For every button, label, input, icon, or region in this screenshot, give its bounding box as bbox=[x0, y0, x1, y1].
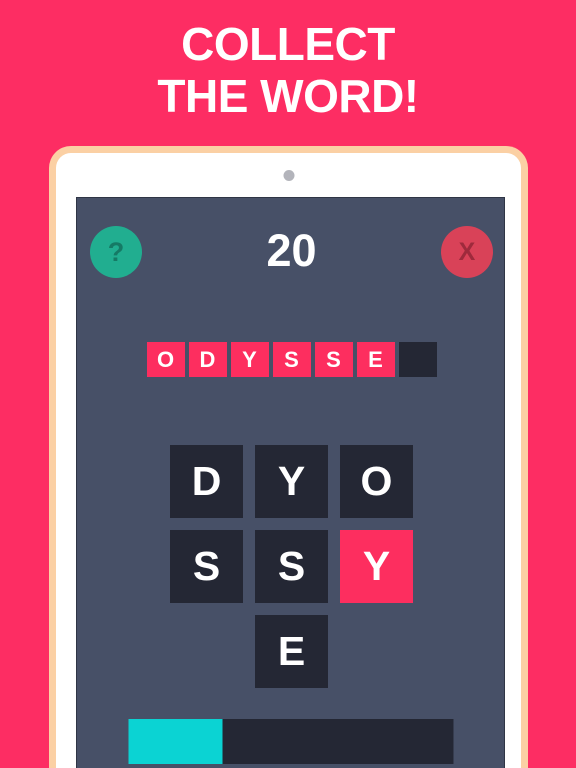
word-slot-filled: Y bbox=[230, 342, 269, 377]
word-slot-filled: S bbox=[272, 342, 311, 377]
letter-tile[interactable]: S bbox=[255, 530, 328, 603]
word-slot-filled: E bbox=[356, 342, 395, 377]
progress-bar-fill bbox=[128, 719, 223, 764]
close-button[interactable]: X bbox=[441, 226, 493, 278]
letter-grid: DYOSSYE bbox=[77, 445, 504, 688]
letter-grid-row: DYO bbox=[170, 445, 413, 518]
letter-tile[interactable]: E bbox=[255, 615, 328, 688]
game-screen: 20 ? X ODYSSE DYOSSYE SKIP THE WORD bbox=[76, 197, 505, 768]
game-topbar: 20 ? X bbox=[77, 198, 504, 304]
letter-grid-row: E bbox=[255, 615, 328, 688]
word-slot-empty bbox=[398, 342, 437, 377]
letter-grid-row: SSY bbox=[170, 530, 413, 603]
help-button[interactable]: ? bbox=[90, 226, 142, 278]
progress-bar-track bbox=[128, 719, 453, 764]
tablet-device-frame: 20 ? X ODYSSE DYOSSYE SKIP THE WORD bbox=[49, 146, 528, 768]
word-slot-filled: D bbox=[188, 342, 227, 377]
question-mark-icon: ? bbox=[107, 236, 125, 267]
word-slots-row: ODYSSE bbox=[77, 342, 504, 377]
word-slot-filled: S bbox=[314, 342, 353, 377]
page-title-line-2: THE WORD! bbox=[157, 70, 419, 122]
letter-tile[interactable]: Y bbox=[255, 445, 328, 518]
page-title-line-1: COLLECT bbox=[181, 18, 395, 70]
camera-dot-icon bbox=[283, 170, 294, 181]
letter-tile[interactable]: S bbox=[170, 530, 243, 603]
page-title: COLLECT THE WORD! bbox=[0, 18, 576, 122]
letter-tile[interactable]: O bbox=[340, 445, 413, 518]
word-slot-filled: O bbox=[146, 342, 185, 377]
letter-tile-selected[interactable]: Y bbox=[340, 530, 413, 603]
close-x-icon: X bbox=[458, 237, 476, 266]
letter-tile[interactable]: D bbox=[170, 445, 243, 518]
